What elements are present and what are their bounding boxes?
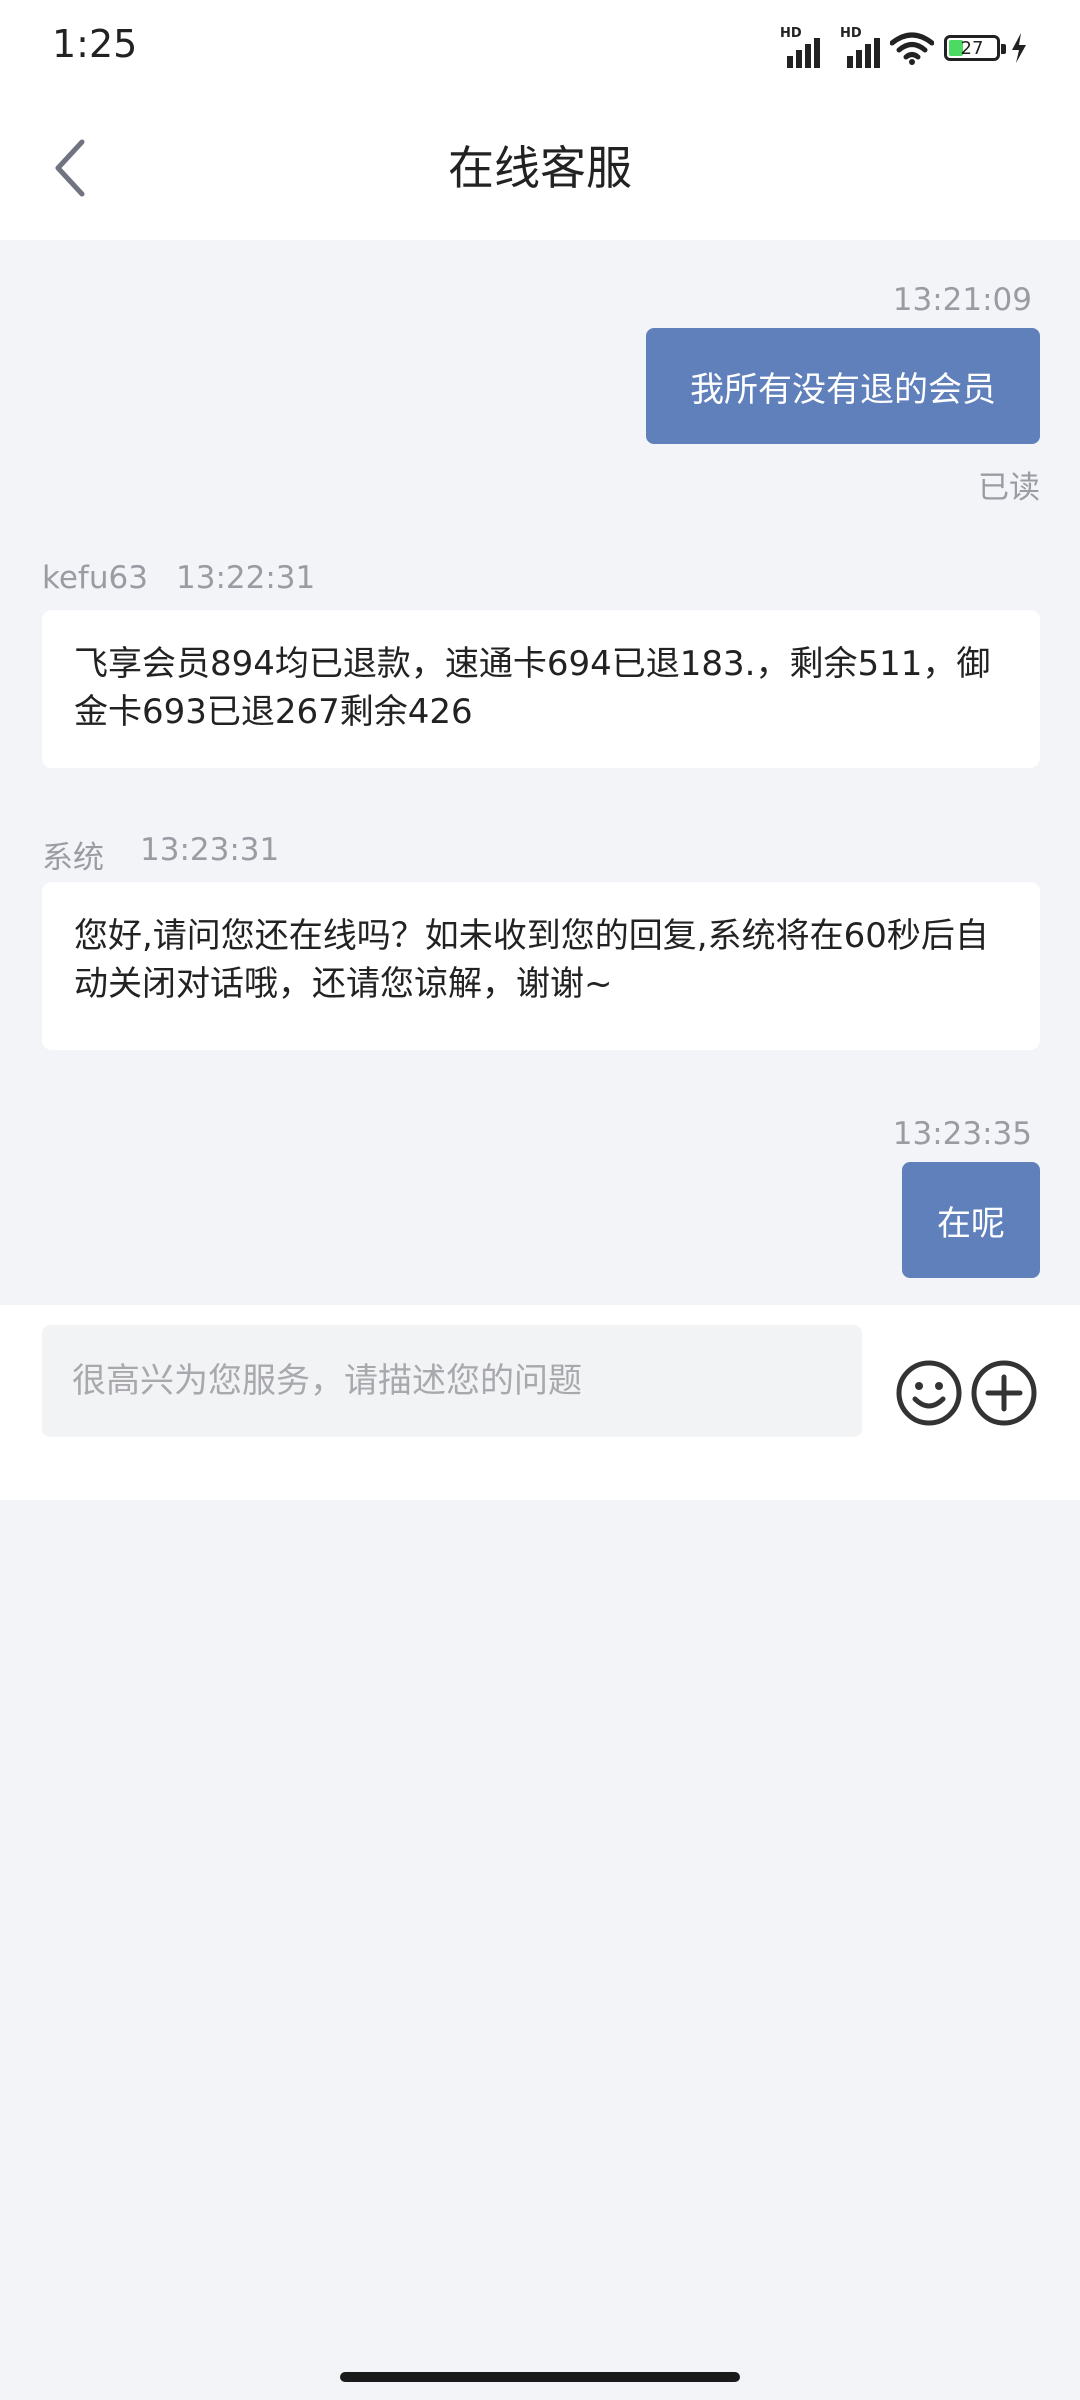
message-bubble[interactable]: 您好,请问您还在线吗？如未收到您的回复,系统将在60秒后自动关闭对话哦，还请您谅… — [42, 882, 1040, 1050]
message-system: 系统 13:23:31 您好,请问您还在线吗？如未收到您的回复,系统将在60秒后… — [0, 832, 1080, 1054]
message-text: 在呢 — [937, 1203, 1005, 1244]
message-incoming: kefu63 13:22:31 飞享会员894均已退款，速通卡694已退183.… — [0, 560, 1080, 770]
page-title: 在线客服 — [448, 141, 632, 195]
message-sender: 系统 — [42, 840, 104, 876]
message-text: 您好,请问您还在线吗？如未收到您的回复,系统将在60秒后自动关闭对话哦，还请您谅… — [74, 916, 989, 1004]
home-indicator[interactable] — [340, 2372, 740, 2382]
signal-hd-label: HD — [840, 26, 862, 41]
plus-circle-icon — [971, 1360, 1037, 1426]
battery-icon: 27 — [944, 35, 1006, 61]
message-bubble[interactable]: 我所有没有退的会员 — [646, 328, 1040, 444]
message-timestamp: 13:21:09 — [892, 282, 1032, 318]
status-time: 1:25 — [52, 22, 138, 66]
battery-level: 27 — [960, 37, 984, 59]
message-outgoing: 13:21:09 我所有没有退的会员 已读 — [0, 240, 1080, 510]
signal-hd-label: HD — [780, 26, 802, 41]
add-attachment-button[interactable] — [970, 1359, 1038, 1427]
message-timestamp: 13:23:35 — [892, 1116, 1032, 1152]
message-bubble[interactable]: 飞享会员894均已退款，速通卡694已退183.，剩余511，御金卡693已退2… — [42, 610, 1040, 768]
message-text: 飞享会员894均已退款，速通卡694已退183.，剩余511，御金卡693已退2… — [74, 644, 991, 732]
signal-icon: HD — [780, 26, 820, 68]
charging-icon — [1012, 33, 1026, 63]
signal-icon: HD — [840, 26, 880, 68]
read-status: 已读 — [978, 470, 1040, 506]
chat-message-list[interactable]: 13:21:09 我所有没有退的会员 已读 kefu63 13:22:31 飞享… — [0, 240, 1080, 1305]
message-timestamp: 13:23:31 — [140, 832, 280, 868]
message-input[interactable] — [42, 1325, 862, 1437]
status-icons: HD HD 27 — [780, 26, 1028, 70]
wifi-icon — [890, 32, 934, 65]
nav-bar: 在线客服 — [0, 92, 1080, 240]
message-outgoing: 13:23:35 在呢 — [0, 1116, 1080, 1305]
message-text: 我所有没有退的会员 — [690, 369, 996, 410]
smiley-icon — [896, 1360, 962, 1426]
emoji-button[interactable] — [895, 1359, 963, 1427]
message-composer — [0, 1305, 1080, 1500]
message-bubble[interactable]: 在呢 — [902, 1162, 1040, 1278]
message-timestamp: 13:22:31 — [176, 560, 316, 596]
message-sender: kefu63 — [42, 560, 148, 596]
status-bar: 1:25 HD HD 27 — [0, 0, 1080, 92]
